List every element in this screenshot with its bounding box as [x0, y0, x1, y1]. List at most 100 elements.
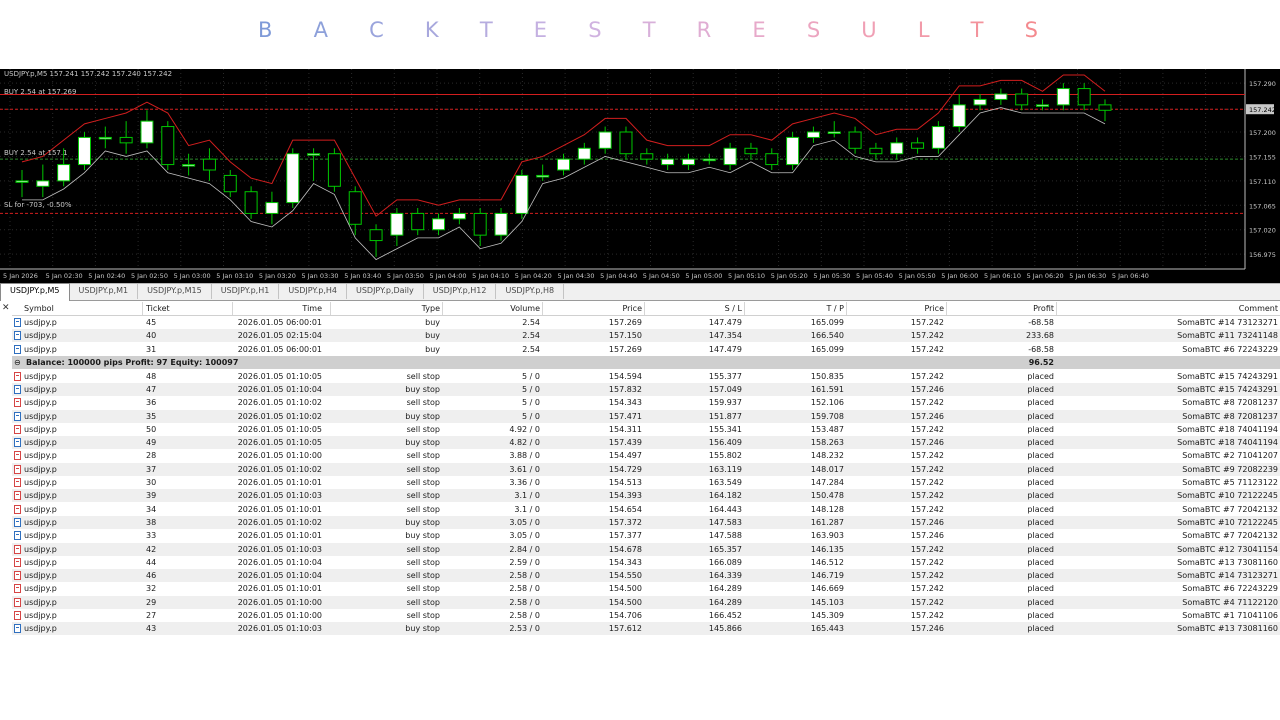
table-cell: 45 — [146, 318, 157, 327]
candle-body — [515, 174, 529, 214]
table-cell: usdjpy.p — [24, 517, 57, 527]
chart-tab[interactable]: USDJPY.p,M5 — [0, 283, 70, 301]
column-separator — [1056, 302, 1057, 315]
collapse-icon[interactable]: ⊖ — [14, 356, 21, 369]
title-letter: S — [588, 18, 602, 42]
table-cell: SomaBTC #1 71041106 — [1182, 611, 1278, 620]
table-cell: usdjpy.p — [24, 597, 57, 607]
chart-tab[interactable]: USDJPY.p,H1 — [212, 284, 280, 299]
table-cell: 2.54 — [522, 331, 540, 341]
table-cell: usdjpy.p — [24, 438, 57, 448]
order-row[interactable]: usdjpy.p 38 2026.01.05 01:10:02 buy stop 3.0… — [12, 515, 1280, 529]
candle-body — [786, 136, 800, 166]
table-cell: placed — [1027, 424, 1054, 434]
table-cell: 166.089 — [708, 557, 742, 567]
chart-tab[interactable]: USDJPY.p,M1 — [70, 284, 139, 299]
order-row[interactable]: usdjpy.p 46 2026.01.05 01:10:04 sell stop 2.… — [12, 569, 1280, 583]
candle-body — [15, 180, 29, 183]
table-cell: 157.242 — [910, 398, 944, 408]
table-cell: usdjpy.p — [24, 371, 57, 381]
table-cell: 164.339 — [708, 571, 742, 581]
candle-body — [661, 158, 675, 166]
table-cell: 161.287 — [810, 517, 844, 527]
candle-body — [223, 174, 237, 193]
candle-body — [1098, 104, 1112, 111]
title-letter: U — [861, 18, 877, 42]
table-cell: Price — [622, 304, 642, 313]
time-tick-label: 5 Jan 03:00 — [174, 272, 211, 280]
table-cell: placed — [1027, 504, 1054, 514]
chart-tab[interactable]: USDJPY.p,M15 — [138, 284, 212, 299]
chart-tab[interactable]: USDJPY.p,H8 — [496, 284, 565, 299]
table-cell: 2026.01.05 02:15:04 — [237, 331, 322, 341]
order-row[interactable]: usdjpy.p 42 2026.01.05 01:10:03 sell stop 2.… — [12, 542, 1280, 556]
table-cell: 154.393 — [608, 491, 642, 501]
time-tick-label: 5 Jan 04:20 — [515, 272, 552, 280]
chart-tab[interactable]: USDJPY.p,Daily — [347, 284, 424, 299]
order-row[interactable]: usdjpy.p 32 2026.01.05 01:10:01 sell stop 2.… — [12, 582, 1280, 595]
order-row[interactable]: usdjpy.p 27 2026.01.05 01:10:00 sell stop 2.… — [12, 609, 1280, 622]
table-header[interactable]: Symbol Ticket Time Type Volume Price S / L T / … — [12, 302, 1280, 316]
chart-tab[interactable]: USDJPY.p,H12 — [424, 284, 497, 299]
table-cell: 40 — [146, 331, 157, 341]
price-chart[interactable]: 157.290 157.242 157.200 157.155 157.110 157.0… — [0, 69, 1280, 283]
title-letter: B — [258, 18, 273, 42]
candle-body — [640, 153, 654, 160]
time-tick-label: 5 Jan 06:40 — [1112, 272, 1149, 280]
order-row[interactable]: usdjpy.p 37 2026.01.05 01:10:02 sell stop 3.… — [12, 462, 1280, 476]
order-row[interactable]: usdjpy.p 44 2026.01.05 01:10:04 sell stop 2.… — [12, 556, 1280, 569]
order-row[interactable]: usdjpy.p 34 2026.01.05 01:10:01 sell stop 3.… — [12, 503, 1280, 516]
position-row[interactable]: usdjpy.p 40 2026.01.05 02:15:04 buy 2.54 157.… — [12, 329, 1280, 343]
title-letter: T — [479, 18, 493, 42]
table-cell: 164.289 — [708, 584, 742, 594]
order-row[interactable]: usdjpy.p 43 2026.01.05 01:10:03 buy stop 2.5… — [12, 622, 1280, 636]
table-cell: 146.135 — [810, 544, 844, 554]
table-cell: 2026.01.05 01:10:00 — [237, 611, 322, 620]
chart-tab[interactable]: USDJPY.p,H4 — [279, 284, 347, 299]
time-tick-label: 5 Jan 03:20 — [259, 272, 296, 280]
table-cell: 157.377 — [608, 531, 642, 541]
table-cell: SomaBTC #5 71123122 — [1182, 478, 1278, 487]
order-row[interactable]: usdjpy.p 30 2026.01.05 01:10:01 sell stop 3.… — [12, 476, 1280, 489]
time-tick-label: 5 Jan 06:30 — [1069, 272, 1106, 280]
order-row[interactable]: usdjpy.p 48 2026.01.05 01:10:05 sell stop 5 … — [12, 370, 1280, 383]
order-row[interactable]: usdjpy.p 29 2026.01.05 01:10:00 sell stop 2.… — [12, 595, 1280, 609]
column-separator — [644, 302, 645, 315]
table-cell: SomaBTC #9 72082239 — [1182, 464, 1278, 474]
table-cell: 233.68 — [1026, 331, 1054, 341]
candle-body — [848, 131, 862, 149]
order-row[interactable]: usdjpy.p 36 2026.01.05 01:10:02 sell stop 5 … — [12, 396, 1280, 409]
time-tick-label: 5 Jan 05:50 — [899, 272, 936, 280]
order-row[interactable]: usdjpy.p 28 2026.01.05 01:10:00 sell stop 3.… — [12, 449, 1280, 462]
table-cell: sell stop — [406, 611, 440, 620]
position-row[interactable]: usdjpy.p 45 2026.01.05 06:00:01 buy 2.54 157.… — [12, 316, 1280, 329]
table-cell: sell stop — [406, 571, 440, 581]
chart-canvas[interactable]: 157.290 157.242 157.200 157.155 157.110 157.0… — [0, 69, 1280, 283]
table-cell: SomaBTC #8 72081237 — [1182, 398, 1278, 408]
order-icon — [14, 491, 21, 501]
order-row[interactable]: usdjpy.p 50 2026.01.05 01:10:05 sell stop 4.… — [12, 423, 1280, 436]
table-cell: 157.049 — [708, 384, 742, 394]
position-row[interactable]: usdjpy.p 31 2026.01.05 06:00:01 buy 2.54 157.… — [12, 343, 1280, 356]
order-row[interactable]: usdjpy.p 49 2026.01.05 01:10:05 buy stop 4.8… — [12, 436, 1280, 450]
close-icon[interactable]: ✕ — [2, 303, 12, 313]
table-cell: SomaBTC #18 74041194 — [1177, 424, 1278, 434]
time-tick-label: 5 Jan 02:40 — [88, 272, 125, 280]
table-cell: placed — [1027, 384, 1054, 394]
price-tick-label: 157.290 — [1249, 80, 1276, 88]
time-tick-label: 5 Jan 03:40 — [344, 272, 381, 280]
table-cell: sell stop — [406, 371, 440, 381]
order-row[interactable]: usdjpy.p 33 2026.01.05 01:10:01 buy stop 3.0… — [12, 529, 1280, 542]
table-cell: 157.242 — [910, 584, 944, 594]
table-cell: SomaBTC #14 73123271 — [1177, 318, 1278, 327]
table-cell: sell stop — [406, 478, 440, 487]
order-row[interactable]: usdjpy.p 47 2026.01.05 01:10:04 buy stop 5 /… — [12, 382, 1280, 396]
candle-body — [473, 212, 487, 236]
table-cell: 2026.01.05 06:00:01 — [237, 344, 322, 354]
candle-body — [869, 147, 883, 155]
order-row[interactable]: usdjpy.p 35 2026.01.05 01:10:02 buy stop 5 /… — [12, 409, 1280, 423]
table-cell: SomaBTC #7 72042132 — [1182, 531, 1278, 541]
order-row[interactable]: usdjpy.p 39 2026.01.05 01:10:03 sell stop 3.… — [12, 489, 1280, 503]
table-cell: 46 — [146, 571, 157, 581]
table-cell: 157.242 — [910, 504, 944, 514]
